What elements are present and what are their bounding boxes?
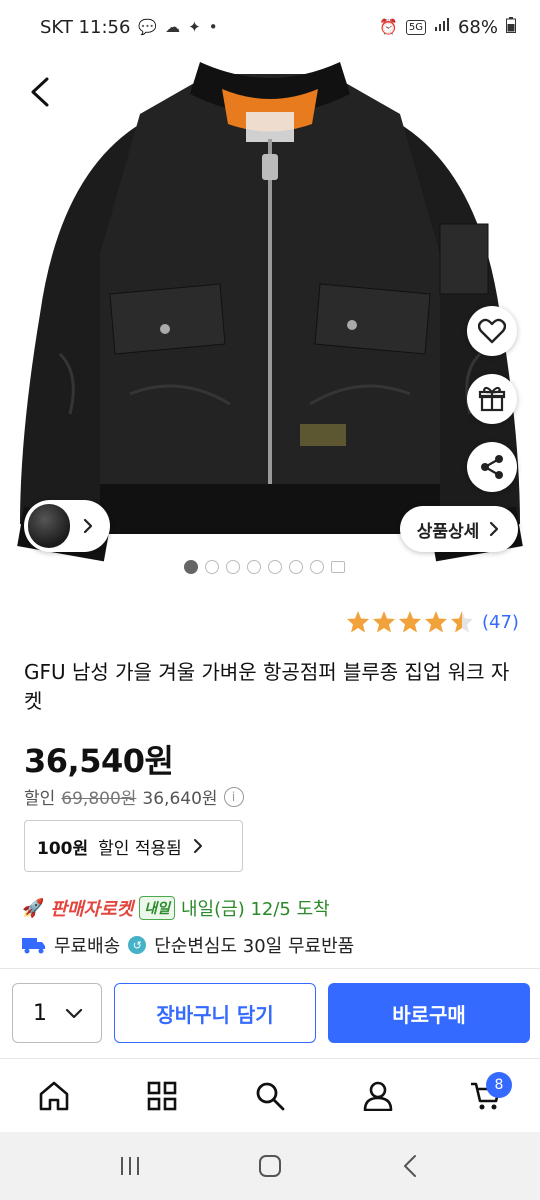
coupon-applied-button[interactable]: 100원 할인 적용됨	[24, 820, 243, 872]
cloud-icon: ☁	[165, 18, 181, 36]
chevron-right-icon	[490, 521, 499, 537]
star-rating-icon	[347, 611, 473, 633]
pagination-dot[interactable]	[247, 560, 261, 574]
chevron-right-icon	[83, 518, 93, 534]
cart-count-badge: 8	[486, 1071, 512, 1098]
heart-icon	[478, 318, 506, 344]
user-icon	[363, 1081, 393, 1111]
rocket-icon: 🚀	[22, 897, 45, 919]
truck-icon	[22, 938, 45, 954]
system-nav-bar	[0, 1132, 540, 1200]
share-button[interactable]	[467, 442, 517, 492]
rocket-label: 판매자로켓	[50, 899, 134, 920]
nav-cart[interactable]: 8	[456, 1066, 516, 1126]
gift-icon	[478, 386, 506, 412]
pagination-dot[interactable]	[310, 560, 324, 574]
chevron-down-icon	[65, 1008, 83, 1019]
notification-icon: ✦	[188, 18, 201, 36]
rating-count[interactable]: (47)	[482, 612, 519, 633]
battery-icon	[506, 17, 516, 37]
tomorrow-badge: 내일	[139, 896, 175, 920]
quantity-value: 1	[33, 1000, 47, 1026]
nav-categories[interactable]	[132, 1066, 192, 1126]
purchase-bar: 1 장바구니 담기 바로구매	[0, 968, 540, 1058]
grid-icon	[147, 1081, 177, 1110]
pagination-dot[interactable]	[289, 560, 303, 574]
wishlist-button[interactable]	[467, 306, 517, 356]
status-time: SKT 11:56	[40, 16, 131, 38]
alarm-icon: ⏰	[379, 18, 398, 36]
battery-percent: 68%	[457, 16, 498, 38]
share-icon	[481, 455, 503, 479]
product-detail-label: 상품상세	[416, 521, 480, 542]
more-dot-icon: •	[208, 18, 218, 36]
thumbnail-button[interactable]	[24, 500, 110, 552]
chevron-left-icon	[31, 77, 49, 107]
nav-home[interactable]	[24, 1066, 84, 1126]
system-back-button[interactable]	[380, 1142, 440, 1190]
add-to-cart-button[interactable]: 장바구니 담기	[114, 983, 316, 1043]
free-return-label: 단순변심도 30일 무료반품	[154, 936, 355, 957]
status-bar: SKT 11:56 💬 ☁ ✦ • ⏰ 5G 68%	[0, 0, 540, 54]
delivery-info: 🚀 판매자로켓 내일 내일(금) 12/5 도착	[22, 895, 330, 921]
chat-icon: 💬	[138, 18, 158, 36]
product-title: GFU 남성 가을 겨울 가벼운 항공점퍼 블루종 집업 워크 자켓	[24, 660, 510, 713]
return-icon: ↺	[128, 936, 147, 954]
back-button[interactable]	[20, 72, 60, 112]
search-icon	[256, 1082, 285, 1110]
coupon-text: 할인 적용됨	[98, 838, 182, 859]
home-system-button[interactable]	[240, 1142, 300, 1190]
sale-price: 36,640원	[142, 789, 218, 809]
home-icon	[39, 1081, 69, 1110]
home-square-icon	[259, 1155, 281, 1177]
quantity-select[interactable]: 1	[12, 983, 102, 1043]
info-icon[interactable]: i	[223, 786, 244, 807]
recent-apps-button[interactable]	[100, 1142, 160, 1190]
product-detail-button[interactable]: 상품상세	[400, 506, 518, 552]
pagination-dot[interactable]	[226, 560, 240, 574]
discount-row: 할인 69,800원 36,640원 i	[24, 784, 244, 809]
discount-label: 할인	[24, 789, 56, 809]
product-price: 36,540원	[24, 742, 174, 780]
nav-my-account[interactable]	[348, 1066, 408, 1126]
network-badge: 5G	[405, 19, 426, 35]
pagination-dot[interactable]	[184, 560, 198, 574]
product-rating[interactable]: (47)	[346, 610, 519, 634]
chevron-right-icon	[193, 839, 202, 853]
coupon-amount: 100원	[37, 838, 89, 859]
system-back-icon	[404, 1155, 416, 1177]
gift-button[interactable]	[467, 374, 517, 424]
signal-icon	[434, 18, 450, 36]
bottom-nav: 8	[0, 1058, 540, 1132]
image-pagination	[184, 560, 345, 574]
arrival-date: 내일(금) 12/5 도착	[181, 899, 330, 920]
recent-apps-icon	[121, 1157, 139, 1175]
pagination-dot[interactable]	[268, 560, 282, 574]
pagination-dot[interactable]	[205, 560, 219, 574]
original-price: 69,800원	[61, 789, 137, 809]
nav-search[interactable]	[240, 1066, 300, 1126]
buy-now-button[interactable]: 바로구매	[328, 983, 530, 1043]
image-grid-icon[interactable]	[331, 561, 345, 573]
free-shipping-label: 무료배송	[54, 936, 121, 957]
thumbnail-image	[28, 504, 70, 548]
benefits-row: 무료배송 ↺ 단순변심도 30일 무료반품	[22, 932, 354, 958]
